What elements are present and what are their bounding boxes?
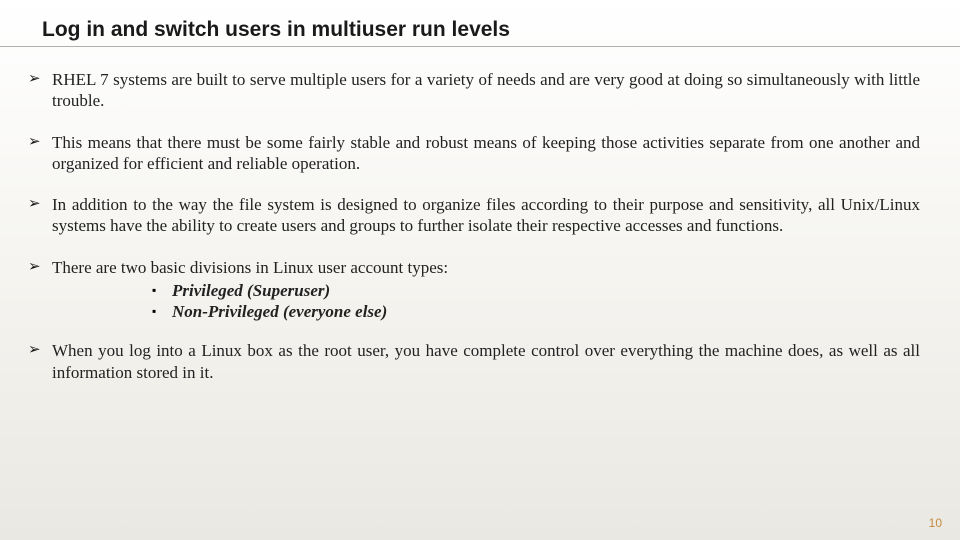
bullet-item: ➢ There are two basic divisions in Linux… [28,257,920,323]
sub-text: Non-Privileged (everyone else) [172,301,387,322]
bullet-arrow-icon: ➢ [28,132,52,152]
bullet-text: In addition to the way the file system i… [52,194,920,237]
bullet-text: RHEL 7 systems are built to serve multip… [52,69,920,112]
bullet-lead-text: There are two basic divisions in Linux u… [52,258,448,277]
bullet-text: When you log into a Linux box as the roo… [52,340,920,383]
sub-item: ▪ Privileged (Superuser) [152,280,920,301]
bullet-item: ➢ RHEL 7 systems are built to serve mult… [28,69,920,112]
bullet-text: There are two basic divisions in Linux u… [52,257,920,323]
square-bullet-icon: ▪ [152,301,172,319]
sub-text: Privileged (Superuser) [172,280,330,301]
slide-content: ➢ RHEL 7 systems are built to serve mult… [0,69,960,383]
bullet-arrow-icon: ➢ [28,194,52,214]
bullet-arrow-icon: ➢ [28,69,52,89]
bullet-text: This means that there must be some fairl… [52,132,920,175]
bullet-item: ➢ When you log into a Linux box as the r… [28,340,920,383]
bullet-item: ➢ In addition to the way the file system… [28,194,920,237]
bullet-arrow-icon: ➢ [28,340,52,360]
bullet-item: ➢ This means that there must be some fai… [28,132,920,175]
page-number: 10 [929,516,942,530]
bullet-arrow-icon: ➢ [28,257,52,277]
slide-title: Log in and switch users in multiuser run… [0,0,960,47]
sub-list: ▪ Privileged (Superuser) ▪ Non-Privilege… [152,280,920,323]
square-bullet-icon: ▪ [152,280,172,298]
sub-item: ▪ Non-Privileged (everyone else) [152,301,920,322]
